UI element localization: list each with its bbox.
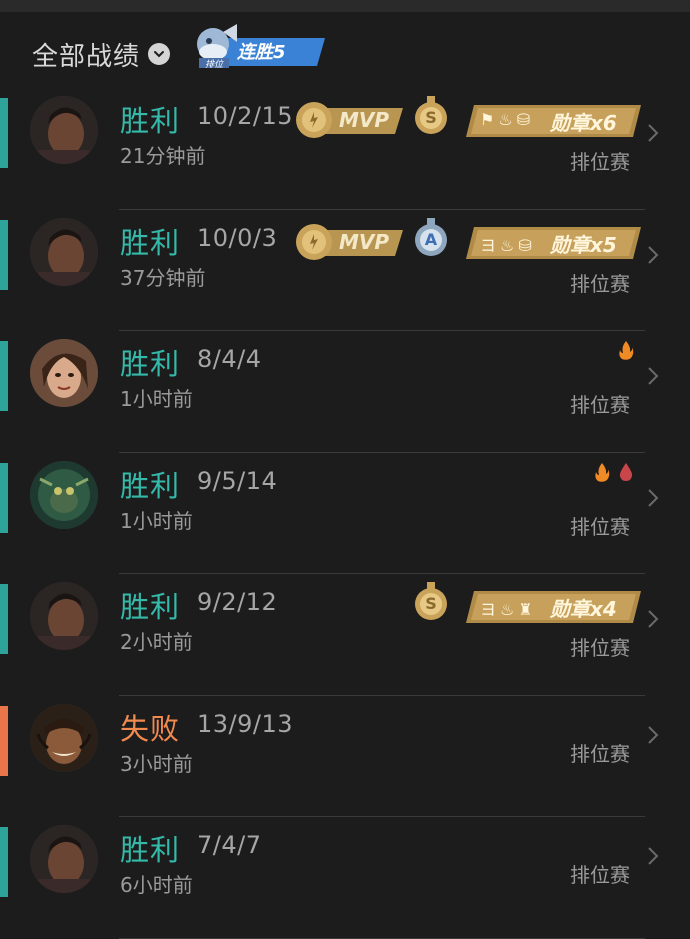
match-time: 1小时前 <box>120 508 193 533</box>
win-indicator-bar <box>0 219 8 290</box>
match-history-header[interactable]: 全部战绩 <box>32 36 171 72</box>
match-time: 1小时前 <box>120 387 193 411</box>
match-mode: 排位赛 <box>570 393 630 417</box>
win-indicator-bar <box>0 827 8 897</box>
match-mode: 排位赛 <box>570 271 630 296</box>
fire-icon <box>617 339 635 361</box>
match-row[interactable]: 胜利 8/4/4 1小时前 排位赛 <box>0 331 690 453</box>
match-time: 2小时前 <box>120 630 193 654</box>
match-result: 胜利 <box>120 225 181 260</box>
chevron-right-icon[interactable] <box>646 365 660 387</box>
match-time: 6小时前 <box>120 873 193 897</box>
mvp-label: MVP <box>339 108 390 132</box>
match-row[interactable]: 胜利 10/0/3 37分钟前 MVP A ヨ♨⛁ 勋章x5 排位赛 <box>0 210 690 331</box>
kda-score: 7/4/7 <box>197 831 262 859</box>
match-result: 胜利 <box>120 104 181 138</box>
kda-score: 9/2/12 <box>197 588 278 616</box>
match-time: 3小时前 <box>120 751 193 776</box>
chevron-right-icon[interactable] <box>646 487 660 509</box>
match-row[interactable]: 胜利 7/4/7 6小时前 排位赛 <box>0 817 690 939</box>
mvp-badge: MVP <box>291 222 406 262</box>
win-indicator-bar <box>0 584 8 654</box>
win-streak-badge: 排位 连胜5 <box>193 14 328 70</box>
honor-medal-badge: ヨ♨⛁ 勋章x5 <box>466 226 641 259</box>
honor-icon-row: ヨ♨⛁ <box>480 235 536 255</box>
streak-rank-label: 排位 <box>205 59 224 70</box>
medal-grade: S <box>425 594 437 613</box>
medal-grade: A <box>424 229 438 249</box>
match-result: 胜利 <box>120 590 181 624</box>
win-indicator-bar <box>0 462 8 533</box>
match-list: 胜利 10/2/15 21分钟前 MVP S ⚑♨⛁ 勋章x6 排位赛 胜利 1… <box>0 88 690 939</box>
top-status-strip <box>0 0 690 12</box>
kda-score: 9/5/14 <box>197 466 278 495</box>
kda-score: 10/0/3 <box>197 223 278 252</box>
match-row[interactable]: 胜利 10/2/15 21分钟前 MVP S ⚑♨⛁ 勋章x6 排位赛 <box>0 88 690 210</box>
champion-avatar <box>30 96 98 164</box>
match-result: 胜利 <box>120 347 181 381</box>
win-streak-label: 连胜5 <box>237 42 286 63</box>
champion-avatar <box>30 582 98 650</box>
champion-avatar <box>30 339 98 407</box>
honor-medal-badge: ヨ♨♜ 勋章x4 <box>466 591 641 623</box>
chevron-right-icon[interactable] <box>646 608 660 630</box>
match-result: 胜利 <box>120 468 181 503</box>
chevron-right-icon[interactable] <box>646 845 660 867</box>
match-time: 21分钟前 <box>120 144 206 168</box>
blood-drop-icon <box>617 461 635 483</box>
honor-count: 勋章x6 <box>550 111 617 135</box>
match-mode: 排位赛 <box>570 514 630 539</box>
s-medal-icon: S <box>411 582 451 622</box>
honor-icon-row: ヨ♨♜ <box>480 600 537 619</box>
chevron-down-icon[interactable] <box>148 43 171 65</box>
kda-score: 13/9/13 <box>197 709 294 738</box>
match-row[interactable]: 胜利 9/5/14 1小时前 排位赛 <box>0 453 690 574</box>
win-indicator-bar <box>0 98 8 168</box>
kda-score: 10/2/15 <box>197 102 294 130</box>
mvp-badge: MVP <box>291 100 406 140</box>
honor-count: 勋章x5 <box>550 232 617 257</box>
chevron-right-icon[interactable] <box>646 122 660 144</box>
medal-grade: S <box>425 108 437 127</box>
champion-avatar <box>30 825 98 893</box>
match-row[interactable]: 胜利 9/2/12 2小时前 S ヨ♨♜ 勋章x4 排位赛 <box>0 574 690 696</box>
champion-avatar <box>30 217 98 286</box>
champion-avatar <box>30 703 98 772</box>
match-mode: 排位赛 <box>570 741 630 766</box>
match-mode: 排位赛 <box>570 636 630 660</box>
chevron-right-icon[interactable] <box>646 724 660 746</box>
a-medal-icon: A <box>411 217 451 258</box>
match-mode: 排位赛 <box>570 150 630 174</box>
match-result: 失败 <box>120 711 181 746</box>
chevron-right-icon[interactable] <box>646 244 660 266</box>
match-row[interactable]: 失败 13/9/13 3小时前 排位赛 <box>0 696 690 817</box>
s-medal-icon: S <box>411 96 451 136</box>
kda-score: 8/4/4 <box>197 345 262 373</box>
honor-medal-badge: ⚑♨⛁ 勋章x6 <box>466 105 641 137</box>
match-result: 胜利 <box>120 833 181 867</box>
champion-avatar <box>30 460 98 529</box>
match-mode: 排位赛 <box>570 863 630 887</box>
match-time: 37分钟前 <box>120 265 206 290</box>
honor-count: 勋章x4 <box>550 597 617 621</box>
page-title: 全部战绩 <box>32 41 141 72</box>
honor-icon-row: ⚑♨⛁ <box>480 110 535 129</box>
win-indicator-bar <box>0 341 8 411</box>
loss-indicator-bar <box>0 705 8 776</box>
fire-icon <box>593 461 611 483</box>
mvp-label: MVP <box>339 229 390 254</box>
row-divider <box>119 937 645 939</box>
